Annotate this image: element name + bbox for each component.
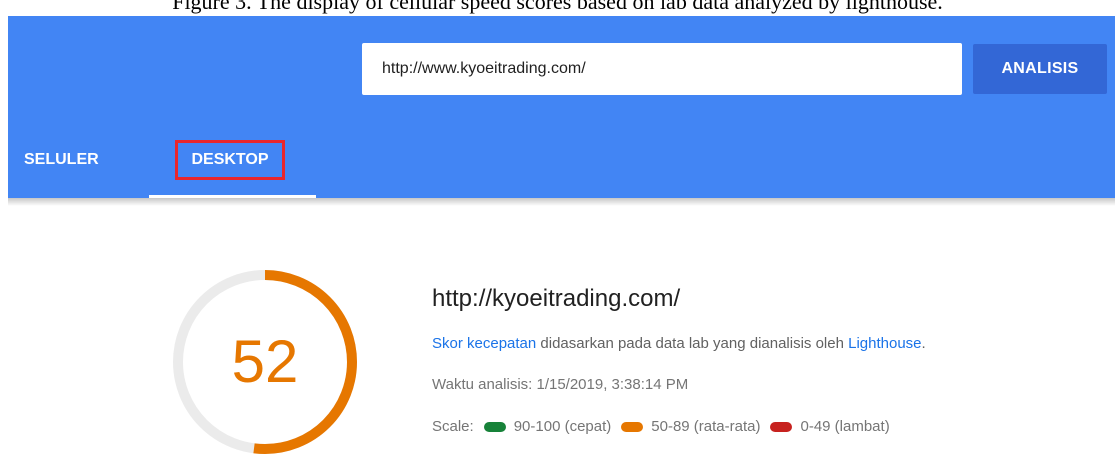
figure-caption-text: Figure 3. The display of cellular speed … [172, 0, 943, 14]
slow-color-pill [770, 422, 793, 432]
tab-mobile[interactable]: SELULER [8, 140, 138, 198]
score-value: 52 [231, 328, 299, 395]
url-input[interactable] [362, 43, 962, 95]
figure-caption: Figure 3. The display of cellular speed … [0, 0, 1115, 16]
description-text: didasarkan pada data lab yang dianalisis… [536, 335, 849, 352]
scale-fast-label: 90-100 (cepat) [513, 418, 612, 435]
scale-label: Scale: [432, 418, 474, 435]
fast-color-pill [483, 422, 506, 432]
scale-slow-label: 0-49 (lambat) [800, 418, 890, 435]
tab-desktop-highlight-box: DESKTOP [175, 140, 285, 180]
analyze-button[interactable]: ANALISIS [973, 44, 1107, 94]
score-description: Skor kecepatan didasarkan pada data lab … [432, 334, 926, 354]
tab-desktop-label: DESKTOP [191, 151, 269, 168]
header-bar: ANALISIS SELULER DESKTOP [8, 16, 1115, 198]
lighthouse-link[interactable]: Lighthouse [848, 335, 921, 352]
speed-score-link[interactable]: Skor kecepatan [432, 335, 536, 352]
analysis-time: Waktu analisis: 1/15/2019, 3:38:14 PM [432, 376, 689, 393]
scale-average-label: 50-89 (rata-rata) [651, 418, 761, 435]
description-end: . [921, 335, 926, 352]
header-shadow [8, 198, 1115, 206]
score-scale-legend: Scale: 90-100 (cepat) 50-89 (rata-rata) … [432, 417, 890, 437]
average-color-pill [621, 422, 644, 432]
analyzed-url-title: http://kyoeitrading.com/ [432, 285, 681, 312]
tab-desktop[interactable]: DESKTOP [149, 140, 316, 198]
tab-mobile-label: SELULER [24, 151, 99, 168]
